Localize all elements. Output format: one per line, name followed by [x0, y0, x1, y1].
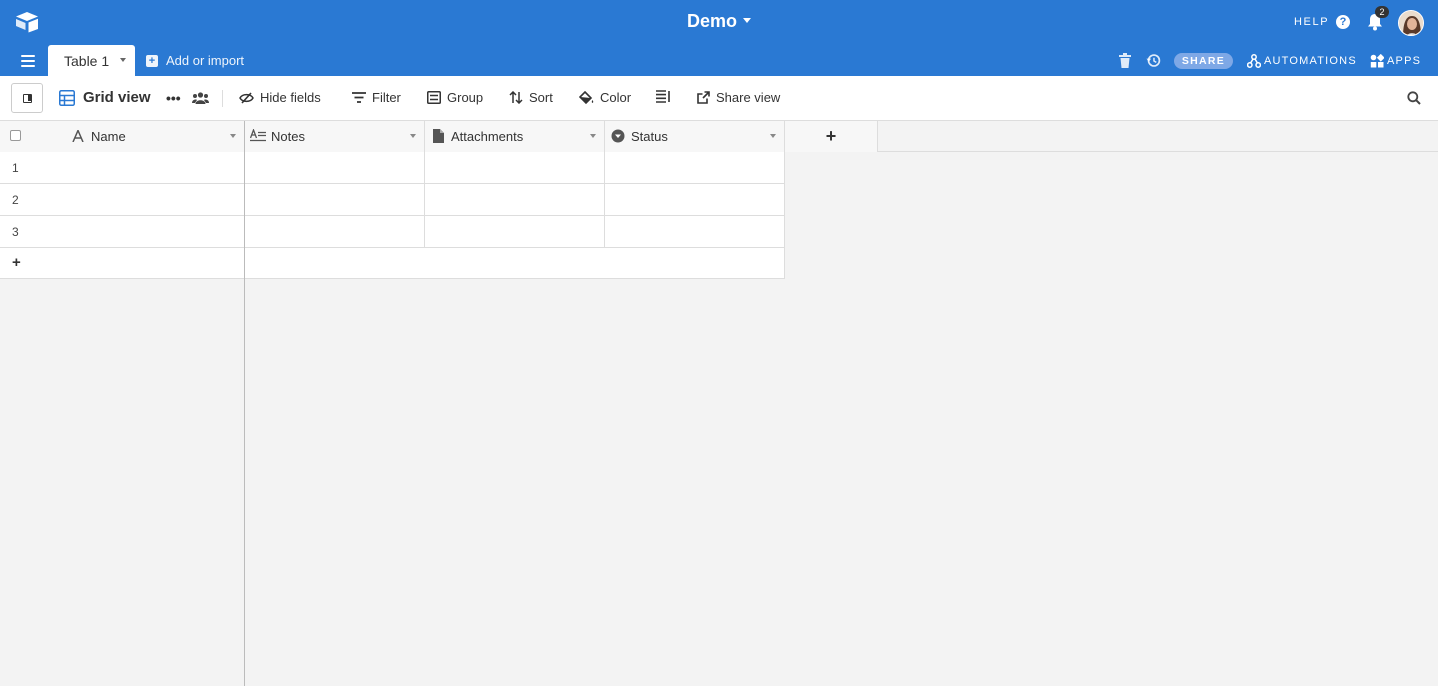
status-cell[interactable] — [605, 184, 785, 216]
add-or-import-label: Add or import — [166, 53, 245, 68]
toolbar-divider — [222, 90, 223, 107]
hide-fields-button[interactable]: Hide fields — [239, 90, 321, 105]
group-button[interactable]: Group — [427, 90, 483, 105]
add-or-import-button[interactable]: + Add or import — [146, 53, 244, 68]
notes-cell[interactable] — [245, 184, 425, 216]
sort-button[interactable]: Sort — [509, 90, 553, 105]
base-name: Demo — [686, 11, 737, 31]
airtable-logo-icon[interactable] — [14, 10, 40, 34]
row-number: 3 — [12, 225, 19, 239]
trash-icon[interactable] — [1119, 53, 1131, 68]
sort-icon — [509, 91, 523, 104]
row-number: 2 — [12, 193, 19, 207]
chevron-down-icon[interactable] — [590, 134, 596, 138]
base-name-dropdown[interactable]: Demo — [687, 11, 751, 31]
attachments-cell[interactable] — [425, 184, 605, 216]
sidebar-panel-icon — [23, 94, 32, 103]
filter-button[interactable]: Filter — [352, 90, 401, 105]
primary-column-divider — [244, 121, 245, 686]
column-label: Name — [91, 129, 126, 144]
row-number: 1 — [12, 161, 19, 175]
eye-slash-icon — [239, 91, 254, 104]
share-button[interactable]: SHARE — [1174, 53, 1233, 69]
plus-icon: + — [12, 254, 21, 271]
add-row-button[interactable]: + — [0, 248, 785, 279]
chevron-down-icon — [743, 17, 751, 23]
chevron-down-icon[interactable] — [770, 134, 776, 138]
hide-fields-label: Hide fields — [260, 90, 321, 105]
tab-label: Table 1 — [64, 53, 110, 69]
select-all-checkbox[interactable] — [10, 130, 21, 141]
table-row[interactable]: 2 — [0, 184, 785, 216]
attachments-cell[interactable] — [425, 152, 605, 184]
automations-label: AUTOMATIONS — [1264, 55, 1357, 67]
search-icon[interactable] — [1407, 91, 1421, 105]
sidebar-toggle-button[interactable] — [11, 83, 43, 113]
apps-icon — [1370, 54, 1384, 68]
row-height-button[interactable] — [656, 90, 677, 103]
column-label: Notes — [271, 129, 305, 144]
more-options-icon[interactable]: ••• — [166, 90, 181, 106]
chevron-down-icon[interactable] — [230, 134, 236, 138]
base-title-container: Demo — [0, 11, 1438, 32]
apps-label: APPS — [1387, 55, 1422, 67]
status-cell[interactable] — [605, 216, 785, 248]
grid-header: Name Notes Attachments Status + — [0, 121, 1438, 152]
column-header-name[interactable]: Name — [0, 121, 245, 152]
single-select-icon — [611, 129, 625, 143]
column-header-notes[interactable]: Notes — [245, 121, 425, 152]
notes-cell[interactable] — [245, 152, 425, 184]
color-label: Color — [600, 90, 632, 105]
column-header-status[interactable]: Status — [605, 121, 785, 152]
plus-icon: + — [146, 54, 158, 67]
filter-label: Filter — [372, 90, 401, 105]
hamburger-menu-icon[interactable] — [21, 55, 35, 67]
primary-cell[interactable]: 2 — [0, 184, 245, 216]
long-text-icon — [250, 129, 266, 142]
view-toolbar: Grid view ••• Hide fields Filter Group S… — [0, 76, 1438, 121]
collaborators-icon[interactable] — [192, 92, 209, 104]
row-height-icon — [656, 90, 670, 103]
view-name: Grid view — [83, 89, 151, 106]
document-icon — [433, 129, 444, 143]
view-switcher[interactable]: Grid view — [59, 89, 151, 106]
automations-button[interactable]: AUTOMATIONS — [1247, 54, 1357, 68]
color-button[interactable]: Color — [579, 90, 631, 105]
question-icon[interactable]: ? — [1336, 15, 1350, 29]
status-cell[interactable] — [605, 152, 785, 184]
top-bar: Demo HELP ? 2 Table 1 + Add or import SH… — [0, 0, 1438, 76]
add-field-button[interactable]: + — [785, 121, 878, 152]
chevron-down-icon[interactable] — [410, 134, 416, 138]
history-icon[interactable] — [1146, 53, 1161, 68]
grid-view-icon — [59, 89, 75, 106]
group-label: Group — [447, 90, 484, 105]
paint-bucket-icon — [579, 90, 594, 104]
share-view-button[interactable]: Share view — [697, 90, 780, 105]
notes-cell[interactable] — [245, 216, 425, 248]
share-view-label: Share view — [716, 90, 781, 105]
automations-icon — [1247, 54, 1261, 68]
table-row[interactable]: 3 — [0, 216, 785, 248]
help-link[interactable]: HELP — [1294, 16, 1329, 28]
filter-icon — [352, 92, 366, 103]
avatar[interactable] — [1398, 10, 1424, 36]
primary-cell[interactable]: 3 — [0, 216, 245, 248]
table-row[interactable]: 1 — [0, 152, 785, 184]
tab-table-1[interactable]: Table 1 — [48, 45, 135, 76]
column-label: Attachments — [451, 129, 524, 144]
attachments-cell[interactable] — [425, 216, 605, 248]
chevron-down-icon[interactable] — [120, 58, 126, 62]
group-icon — [427, 91, 441, 104]
column-label: Status — [631, 129, 668, 144]
column-header-attachments[interactable]: Attachments — [425, 121, 605, 152]
external-share-icon — [697, 91, 710, 104]
sort-label: Sort — [529, 90, 553, 105]
notification-count-badge: 2 — [1375, 6, 1389, 18]
primary-cell[interactable]: 1 — [0, 152, 245, 184]
user-avatar-icon — [1399, 11, 1423, 35]
apps-button[interactable]: APPS — [1370, 54, 1421, 68]
text-field-icon — [72, 130, 84, 142]
